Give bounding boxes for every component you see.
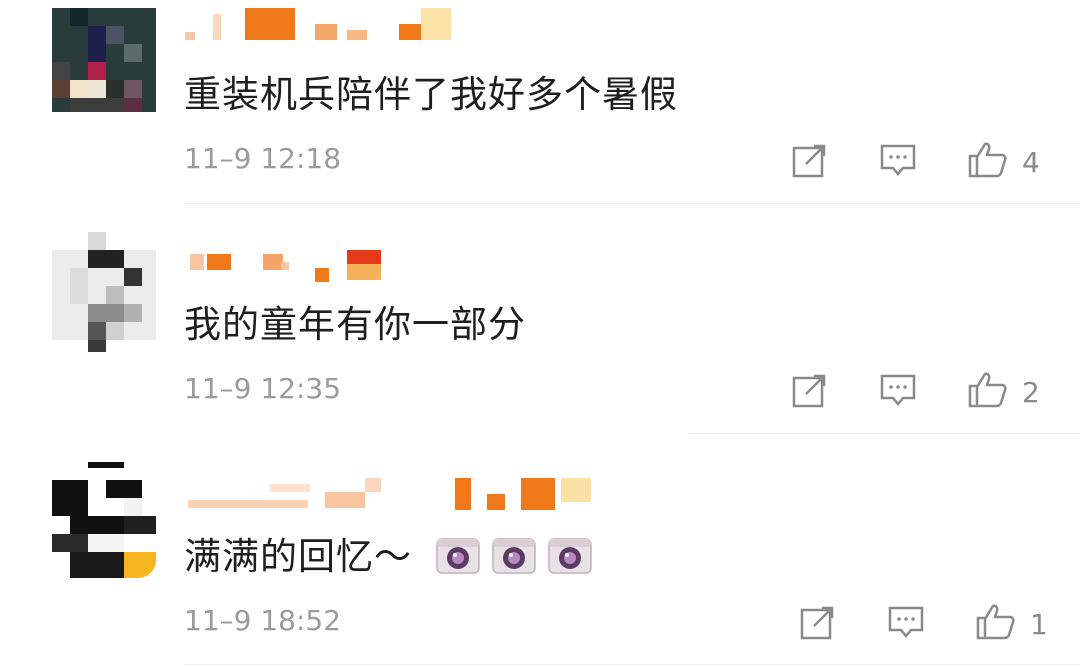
username-redacted[interactable] [185, 250, 405, 290]
avatar[interactable] [52, 462, 156, 582]
comment-time: 11–9 12:18 [184, 142, 342, 175]
comment-text-body: 满满的回忆～ [184, 535, 412, 578]
avatar[interactable] [52, 232, 156, 352]
camera-emoji-icon [435, 535, 481, 575]
comment-item: 我的童年有你一部分 11–9 12:35 2 [0, 230, 1080, 435]
divider [184, 664, 1080, 665]
share-icon[interactable] [790, 370, 830, 414]
divider [688, 433, 1080, 434]
comment-actions: 4 [790, 140, 1050, 190]
divider [184, 203, 1080, 204]
comment-text: 重装机兵陪伴了我好多个暑假 [184, 73, 678, 116]
like-count: 2 [1022, 376, 1040, 409]
share-icon[interactable] [798, 602, 838, 646]
comment-icon[interactable] [886, 602, 926, 646]
comment-item: 满满的回忆～ 11–9 18:52 1 [0, 462, 1080, 667]
camera-emoji-icon [547, 535, 593, 575]
comment-time: 11–9 12:35 [184, 372, 342, 405]
thumbs-up-icon[interactable] [966, 140, 1010, 184]
comment-text: 满满的回忆～ [184, 526, 593, 580]
camera-emoji-icon [491, 535, 537, 575]
username-redacted[interactable] [185, 8, 465, 48]
thumbs-up-icon[interactable] [974, 602, 1018, 646]
comment-item: 重装机兵陪伴了我好多个暑假 11–9 12:18 4 [0, 0, 1080, 205]
comment-actions: 2 [790, 370, 1050, 420]
username-redacted[interactable] [185, 474, 605, 514]
thumbs-up-icon[interactable] [966, 370, 1010, 414]
comment-icon[interactable] [878, 140, 918, 184]
comment-time: 11–9 18:52 [184, 604, 342, 637]
like-count: 4 [1022, 146, 1040, 179]
avatar[interactable] [52, 8, 156, 128]
comment-actions: 1 [798, 602, 1058, 652]
comment-icon[interactable] [878, 370, 918, 414]
like-count: 1 [1030, 608, 1048, 641]
share-icon[interactable] [790, 140, 830, 184]
comment-text: 我的童年有你一部分 [184, 303, 526, 346]
